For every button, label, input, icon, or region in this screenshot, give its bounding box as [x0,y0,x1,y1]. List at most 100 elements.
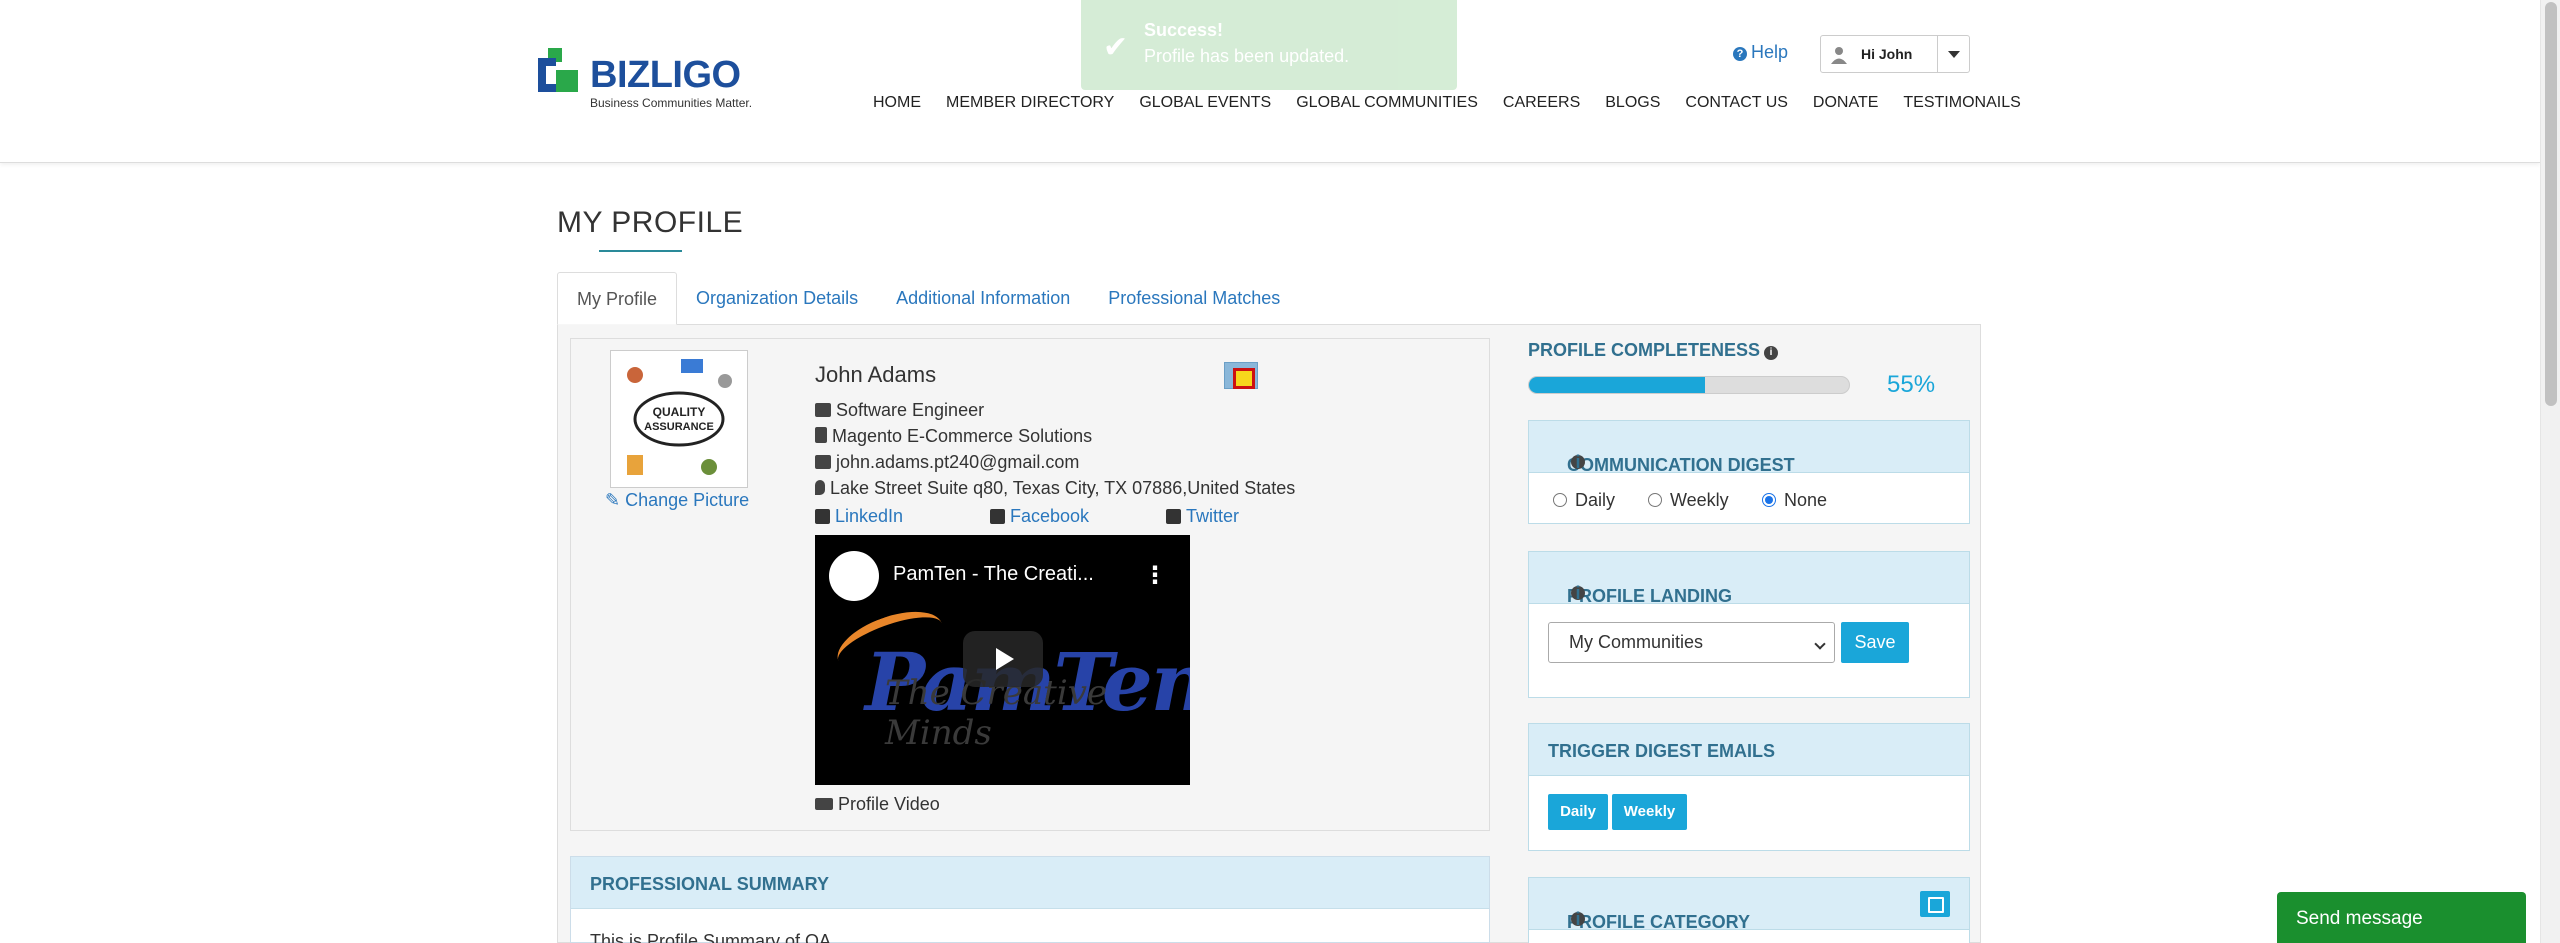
trigger-weekly-button[interactable]: Weekly [1612,794,1687,830]
nav-contact-us[interactable]: CONTACT US [1685,94,1788,112]
info-icon[interactable]: i [1764,346,1779,360]
envelope-icon [815,455,831,469]
svg-text:QUALITY: QUALITY [653,405,706,419]
page-title: MY PROFILE [557,206,744,239]
communication-digest-heading: COMMUNICATION DIGEST [1567,455,1795,475]
nav-blogs[interactable]: BLOGS [1605,94,1660,112]
help-icon: ? [1733,47,1747,61]
twitter-link[interactable]: Twitter [1166,506,1239,527]
bizligo-logo[interactable]: BIZLIGO Business Communities Matter. [538,48,758,110]
tab-professional-matches[interactable]: Professional Matches [1089,272,1299,325]
user-avatar-icon [1831,47,1847,64]
trigger-daily-button[interactable]: Daily [1548,794,1608,830]
nav-home[interactable]: HOME [873,94,921,112]
channel-logo[interactable] [829,551,879,601]
professional-summary-header: PROFESSIONAL SUMMARY [571,857,1489,909]
linkedin-label: LinkedIn [835,506,904,526]
trigger-digest-panel: TRIGGER DIGEST EMAILS Daily Weekly [1528,723,1970,851]
twitter-icon [1166,509,1181,524]
change-picture-label: Change Picture [625,490,750,510]
communication-digest-header: COMMUNICATION DIGEST i [1529,421,1969,475]
edit-icon: ✎ [605,490,626,510]
briefcase-icon [815,403,831,417]
email-row: john.adams.pt240@gmail.com [815,452,1079,473]
job-title: Software Engineer [836,400,985,420]
digest-option-weekly[interactable]: Weekly [1648,490,1729,511]
address: Lake Street Suite q80, Texas City, TX 07… [830,478,1296,498]
main-nav: HOME MEMBER DIRECTORY GLOBAL EVENTS GLOB… [873,94,2046,112]
progress-fill [1529,377,1705,393]
profile-landing-select[interactable]: My Communities [1548,622,1835,663]
success-toast[interactable]: ✔ Success! Profile has been updated. [1081,0,1457,90]
info-icon[interactable]: i [1571,910,1585,928]
quality-assurance-image: QUALITY ASSURANCE [627,359,732,475]
save-button[interactable]: Save [1841,622,1909,663]
play-button[interactable] [963,631,1043,687]
company-name: Magento E-Commerce Solutions [832,426,1093,446]
profile-landing-header: PROFILE LANDING i [1529,552,1969,606]
more-options-icon[interactable]: ⋮ [1143,561,1167,590]
facebook-icon [990,509,1005,524]
profile-video-label-row: Profile Video [815,794,940,815]
profile-video-label: Profile Video [838,794,940,814]
profile-tabs: My Profile Organization Details Addition… [557,272,1299,325]
video-camera-icon [815,798,833,810]
chevron-down-icon[interactable] [1937,36,1969,72]
svg-text:ASSURANCE: ASSURANCE [644,421,714,433]
profile-category-panel: PROFILE CATEGORY i [1528,877,1970,943]
help-link[interactable]: ? Help [1733,42,1788,63]
job-title-row: Software Engineer [815,400,984,421]
nav-careers[interactable]: CAREERS [1503,94,1580,112]
profile-landing-panel: PROFILE LANDING i My Communities Save [1528,551,1970,698]
profile-name: John Adams [815,362,937,387]
professional-summary-text: This is Profile Summary of QA [590,931,832,943]
video-title[interactable]: PamTen - The Creati... [893,563,1094,586]
send-message-button[interactable]: Send message [2277,892,2526,943]
user-menu[interactable]: Hi John [1820,35,1970,73]
radio-none[interactable] [1762,493,1776,507]
check-icon: ✔ [1103,31,1129,64]
nav-member-directory[interactable]: MEMBER DIRECTORY [946,94,1114,112]
digest-option-daily-label: Daily [1575,490,1616,510]
radio-weekly[interactable] [1648,493,1662,507]
nav-global-events[interactable]: GLOBAL EVENTS [1139,94,1271,112]
tab-my-profile[interactable]: My Profile [557,272,678,325]
tab-organization-details[interactable]: Organization Details [677,272,877,325]
linkedin-link[interactable]: LinkedIn [815,506,903,527]
profile-video-player[interactable]: PamTen - The Creati... ⋮ PamTen The Crea… [815,535,1190,785]
nav-global-communities[interactable]: GLOBAL COMMUNITIES [1296,94,1478,112]
address-row: Lake Street Suite q80, Texas City, TX 07… [815,478,1295,499]
info-icon[interactable]: i [1571,453,1585,471]
radio-daily[interactable] [1553,493,1567,507]
page-scrollbar[interactable] [2540,0,2560,943]
help-label: Help [1751,42,1789,62]
trigger-digest-header: TRIGGER DIGEST EMAILS [1529,724,1969,776]
profile-completeness-label: PROFILE COMPLETENESS [1528,340,1761,360]
communication-digest-panel: COMMUNICATION DIGEST i Daily Weekly None [1528,420,1970,524]
digest-option-daily[interactable]: Daily [1553,490,1615,511]
linkedin-icon [815,509,830,524]
profile-completeness-heading: PROFILE COMPLETENESS i [1528,340,1779,361]
facebook-label: Facebook [1010,506,1090,526]
flag-icon[interactable] [1224,362,1258,389]
nav-testimonials[interactable]: TESTIMONAILS [1903,94,2020,112]
digest-option-none[interactable]: None [1762,490,1827,511]
logo-text: BIZLIGO [590,54,741,96]
title-underline [599,250,682,252]
logo-tagline: Business Communities Matter. [590,96,753,110]
tab-additional-information[interactable]: Additional Information [877,272,1089,325]
facebook-link[interactable]: Facebook [990,506,1089,527]
digest-option-weekly-label: Weekly [1670,490,1729,510]
trigger-digest-heading: TRIGGER DIGEST EMAILS [1548,741,1776,761]
profile-completeness-bar [1528,376,1850,394]
change-picture-link[interactable]: ✎ Change Picture [605,490,749,511]
edit-category-button[interactable] [1920,891,1950,917]
profile-completeness-percent: 55% [1887,371,1936,398]
scrollbar-thumb[interactable] [2545,2,2557,406]
nav-donate[interactable]: DONATE [1813,94,1878,112]
email: john.adams.pt240@gmail.com [836,452,1080,472]
profile-category-heading: PROFILE CATEGORY [1567,912,1751,932]
info-icon[interactable]: i [1571,584,1585,602]
building-icon [815,427,827,443]
user-greeting: Hi John [1861,46,1913,62]
